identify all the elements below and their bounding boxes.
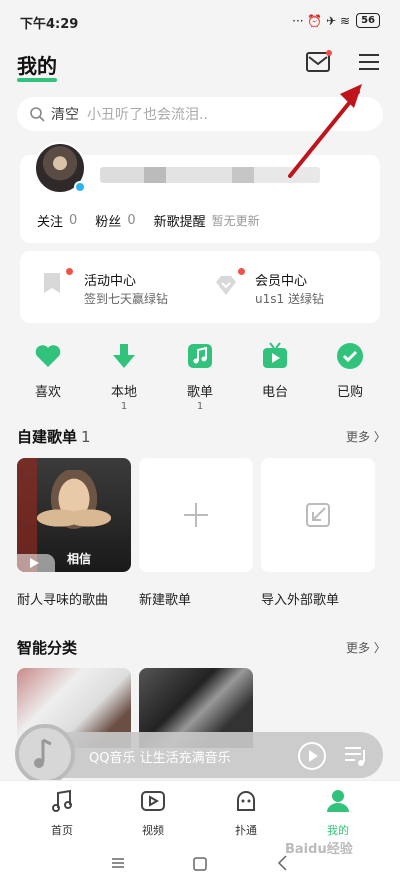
mail-button[interactable] [305, 50, 333, 74]
activity-red-dot [66, 268, 73, 275]
import-icon [306, 503, 330, 527]
activity-center-title[interactable]: 活动中心 [84, 270, 136, 289]
vip-center-title[interactable]: 会员中心 [255, 270, 307, 289]
quick-purchased-label: 已购 [336, 385, 363, 400]
download-icon [113, 344, 135, 368]
nav-putong-label: 扑通 [235, 824, 257, 837]
annotation-arrow-icon [288, 84, 362, 178]
my-playlists-header: 自建歌单 1 [17, 426, 91, 447]
new-song-label[interactable]: 新歌提醒 [154, 211, 206, 230]
quick-playlist[interactable]: 歌单 1 [170, 341, 230, 412]
heart-icon [35, 345, 61, 367]
fans-count: 0 [127, 213, 136, 228]
flag-icon [44, 273, 60, 293]
search-placeholder: 小丑听了也会流泪.. [87, 107, 208, 123]
smart-category-more[interactable]: 更多 〉 [346, 639, 386, 656]
nav-mine[interactable]: 我的 [303, 788, 373, 838]
quick-like[interactable]: 喜欢 [18, 341, 78, 400]
player-text: QQ音乐 让生活充满音乐 [89, 751, 231, 766]
music-note-icon [52, 789, 72, 812]
battery-icon: 56 [356, 13, 380, 28]
follow-count: 0 [69, 213, 78, 228]
quick-purchased[interactable]: 已购 [320, 341, 380, 400]
quick-local-count: 1 [120, 401, 128, 412]
nav-video-label: 视频 [142, 824, 164, 837]
quick-radio[interactable]: 电台 [245, 341, 305, 400]
person-icon [327, 790, 349, 812]
nav-mine-label: 我的 [327, 824, 349, 837]
quick-like-label: 喜欢 [34, 385, 61, 400]
menu-icon[interactable] [110, 856, 126, 870]
status-icons: ··· ⏰ ✈ ≋ 56 [292, 13, 380, 28]
quick-playlist-label: 歌单 [186, 385, 213, 400]
search-clear-label[interactable]: 清空 [51, 104, 79, 124]
follow-label[interactable]: 关注 [37, 211, 63, 230]
playlist-label-3[interactable]: 导入外部歌单 [261, 589, 339, 608]
title-underline [17, 78, 57, 82]
vip-center-subtitle: u1s1 送绿钻 [255, 292, 324, 306]
nav-home-label: 首页 [51, 824, 73, 837]
search-icon [30, 107, 45, 122]
status-indicator-icons: ··· ⏰ ✈ ≋ [292, 13, 351, 28]
music-note-icon [188, 344, 212, 368]
smart-category-title: 智能分类 [17, 639, 78, 657]
playlist-queue-icon[interactable] [343, 744, 369, 768]
fans-label[interactable]: 粉丝 [95, 211, 121, 230]
status-bar: 下午4:29 ··· ⏰ ✈ ≋ 56 [0, 0, 400, 40]
cover-text: 相信 [67, 552, 92, 566]
music-note-icon [34, 738, 52, 768]
activity-center-subtitle: 签到七天赢绿钻 [84, 292, 169, 306]
player-disc[interactable] [15, 724, 75, 784]
new-song-status: 暂无更新 [211, 214, 260, 228]
avatar-badge-icon [74, 181, 86, 193]
diamond-icon [216, 276, 236, 295]
nav-home[interactable]: 首页 [27, 788, 97, 838]
home-square-icon[interactable] [192, 856, 208, 872]
mail-icon [306, 50, 332, 72]
playlist-label-1[interactable]: 耐人寻味的歌曲 [17, 589, 108, 608]
watermark: Baidu经验 [285, 842, 353, 857]
playlist-cover[interactable]: 相信 [17, 458, 131, 572]
mini-player[interactable]: QQ音乐 让生活充满音乐 [15, 724, 383, 784]
menu-icon [359, 54, 379, 70]
import-playlist-tile[interactable] [261, 458, 375, 572]
vip-center-item[interactable] [214, 273, 238, 301]
menu-button[interactable] [356, 50, 382, 74]
quick-local[interactable]: 本地 1 [94, 341, 154, 412]
my-playlists-count: 1 [81, 428, 91, 446]
quick-radio-label: 电台 [261, 385, 288, 400]
nav-video[interactable]: 视频 [118, 788, 188, 838]
my-playlists-title: 自建歌单 [17, 428, 78, 446]
play-icon [30, 558, 39, 568]
activity-card [20, 251, 380, 323]
check-circle-icon [337, 343, 363, 369]
play-button-icon[interactable] [297, 741, 327, 771]
playlist-label-2[interactable]: 新建歌单 [139, 589, 191, 608]
video-icon [141, 791, 165, 811]
vip-red-dot [238, 268, 245, 275]
my-playlists-more[interactable]: 更多 〉 [346, 428, 386, 445]
page-title: 我的 [17, 54, 57, 78]
quick-playlist-count: 1 [196, 401, 204, 412]
cover-hands [37, 498, 111, 538]
profile-stats: 关注 0 粉丝 0 新歌提醒 暂无更新 [37, 211, 260, 230]
plus-icon [184, 503, 208, 527]
new-playlist-tile[interactable] [139, 458, 253, 572]
status-time: 下午4:29 [20, 17, 79, 32]
play-pill[interactable] [17, 554, 55, 572]
quick-local-label: 本地 [110, 385, 137, 400]
tv-icon [263, 342, 287, 368]
activity-center-item[interactable] [40, 271, 64, 299]
nav-putong[interactable]: 扑通 [211, 788, 281, 838]
face-icon [237, 791, 255, 811]
